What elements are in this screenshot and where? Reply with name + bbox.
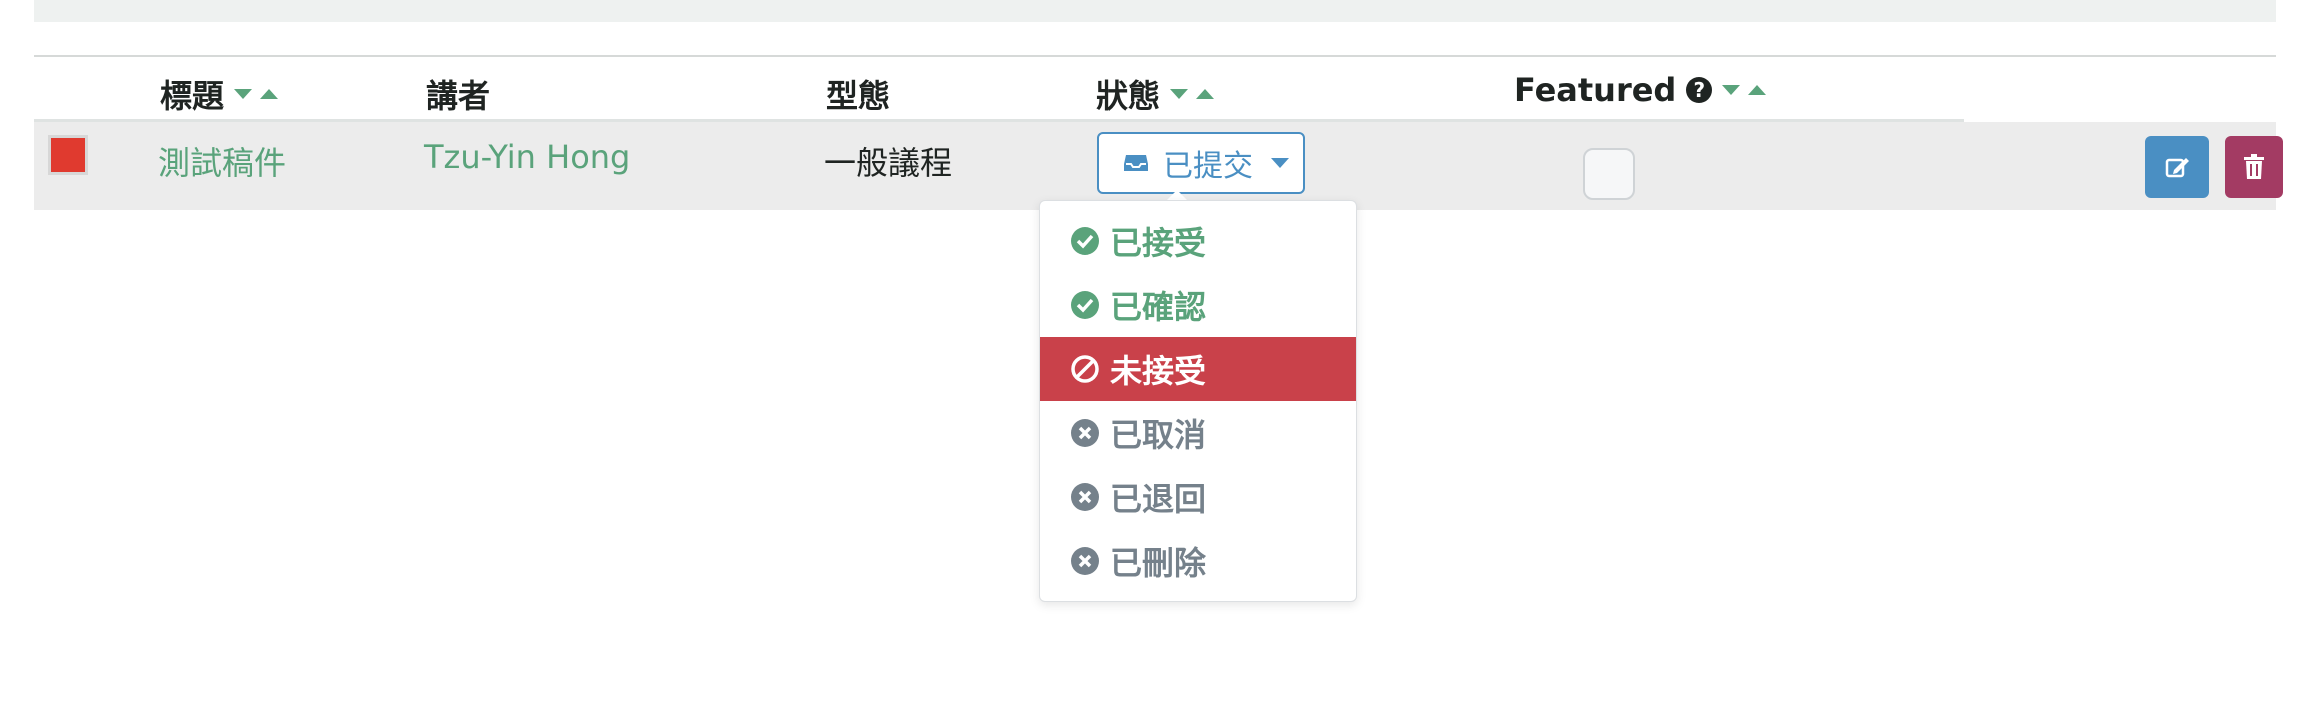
status-option-label: 已確認 xyxy=(1110,288,1207,326)
header-featured: Featured ? xyxy=(1514,71,1767,109)
color-indicator xyxy=(48,135,88,175)
status-option-returned[interactable]: 已退回 xyxy=(1040,465,1356,529)
sort-controls-status xyxy=(1170,89,1215,99)
header-status-label: 狀態 xyxy=(1096,77,1161,115)
header-type-label: 型態 xyxy=(826,77,891,115)
chevron-down-icon xyxy=(1271,158,1289,168)
status-current-label: 已提交 xyxy=(1163,149,1253,184)
sort-asc-icon[interactable] xyxy=(1196,89,1215,99)
status-option-label: 已退回 xyxy=(1110,480,1207,518)
edit-button[interactable] xyxy=(2145,136,2209,198)
check-circle-icon xyxy=(1071,291,1099,319)
header-title: 標題 xyxy=(160,71,279,117)
table-header: 標題 講者 型態 狀態 Featured ? xyxy=(34,57,2276,119)
type-text: 一般議程 xyxy=(824,144,953,182)
times-circle-icon xyxy=(1071,547,1099,575)
sort-desc-icon[interactable] xyxy=(234,89,253,99)
title-link[interactable]: 測試稿件 xyxy=(158,138,286,184)
header-speaker: 講者 xyxy=(426,71,490,117)
status-option-cancelled[interactable]: 已取消 xyxy=(1040,401,1356,465)
header-title-label: 標題 xyxy=(160,77,225,115)
inbox-icon xyxy=(1124,155,1148,171)
header-type: 型態 xyxy=(826,71,890,117)
check-circle-icon xyxy=(1071,227,1099,255)
status-option-label: 已刪除 xyxy=(1110,544,1207,582)
status-option-confirmed[interactable]: 已確認 xyxy=(1040,273,1356,337)
featured-checkbox[interactable] xyxy=(1583,148,1635,200)
status-option-label: 未接受 xyxy=(1110,352,1207,390)
speaker-link[interactable]: Tzu-Yin Hong xyxy=(424,138,630,176)
header-speaker-label: 講者 xyxy=(426,77,491,115)
times-circle-icon xyxy=(1071,419,1099,447)
status-option-deleted[interactable]: 已刪除 xyxy=(1040,529,1356,593)
times-circle-icon xyxy=(1071,483,1099,511)
sort-asc-icon[interactable] xyxy=(260,89,279,99)
sort-controls-title xyxy=(234,89,279,99)
ban-icon xyxy=(1071,355,1099,383)
top-bar-strip xyxy=(34,0,2276,22)
question-circle-icon[interactable]: ? xyxy=(1686,77,1713,103)
status-dropdown-menu: 已接受 已確認 未接受 已取消 已退回 已刪除 xyxy=(1039,200,1357,602)
edit-icon xyxy=(2165,158,2189,178)
sort-controls-featured xyxy=(1722,85,1767,95)
header-status: 狀態 xyxy=(1096,71,1215,117)
status-dropdown-button[interactable]: 已提交 xyxy=(1097,132,1305,194)
delete-button[interactable] xyxy=(2225,136,2283,198)
sort-desc-icon[interactable] xyxy=(1170,89,1189,99)
table-row: 測試稿件 Tzu-Yin Hong 一般議程 已提交 xyxy=(34,122,2283,210)
sort-asc-icon[interactable] xyxy=(1748,85,1767,95)
header-featured-label: Featured xyxy=(1514,71,1677,109)
status-option-accepted[interactable]: 已接受 xyxy=(1040,209,1356,273)
status-option-label: 已取消 xyxy=(1110,416,1207,454)
status-option-label: 已接受 xyxy=(1110,224,1207,262)
sort-desc-icon[interactable] xyxy=(1722,85,1741,95)
trash-icon xyxy=(2244,154,2264,179)
status-option-rejected[interactable]: 未接受 xyxy=(1040,337,1356,401)
